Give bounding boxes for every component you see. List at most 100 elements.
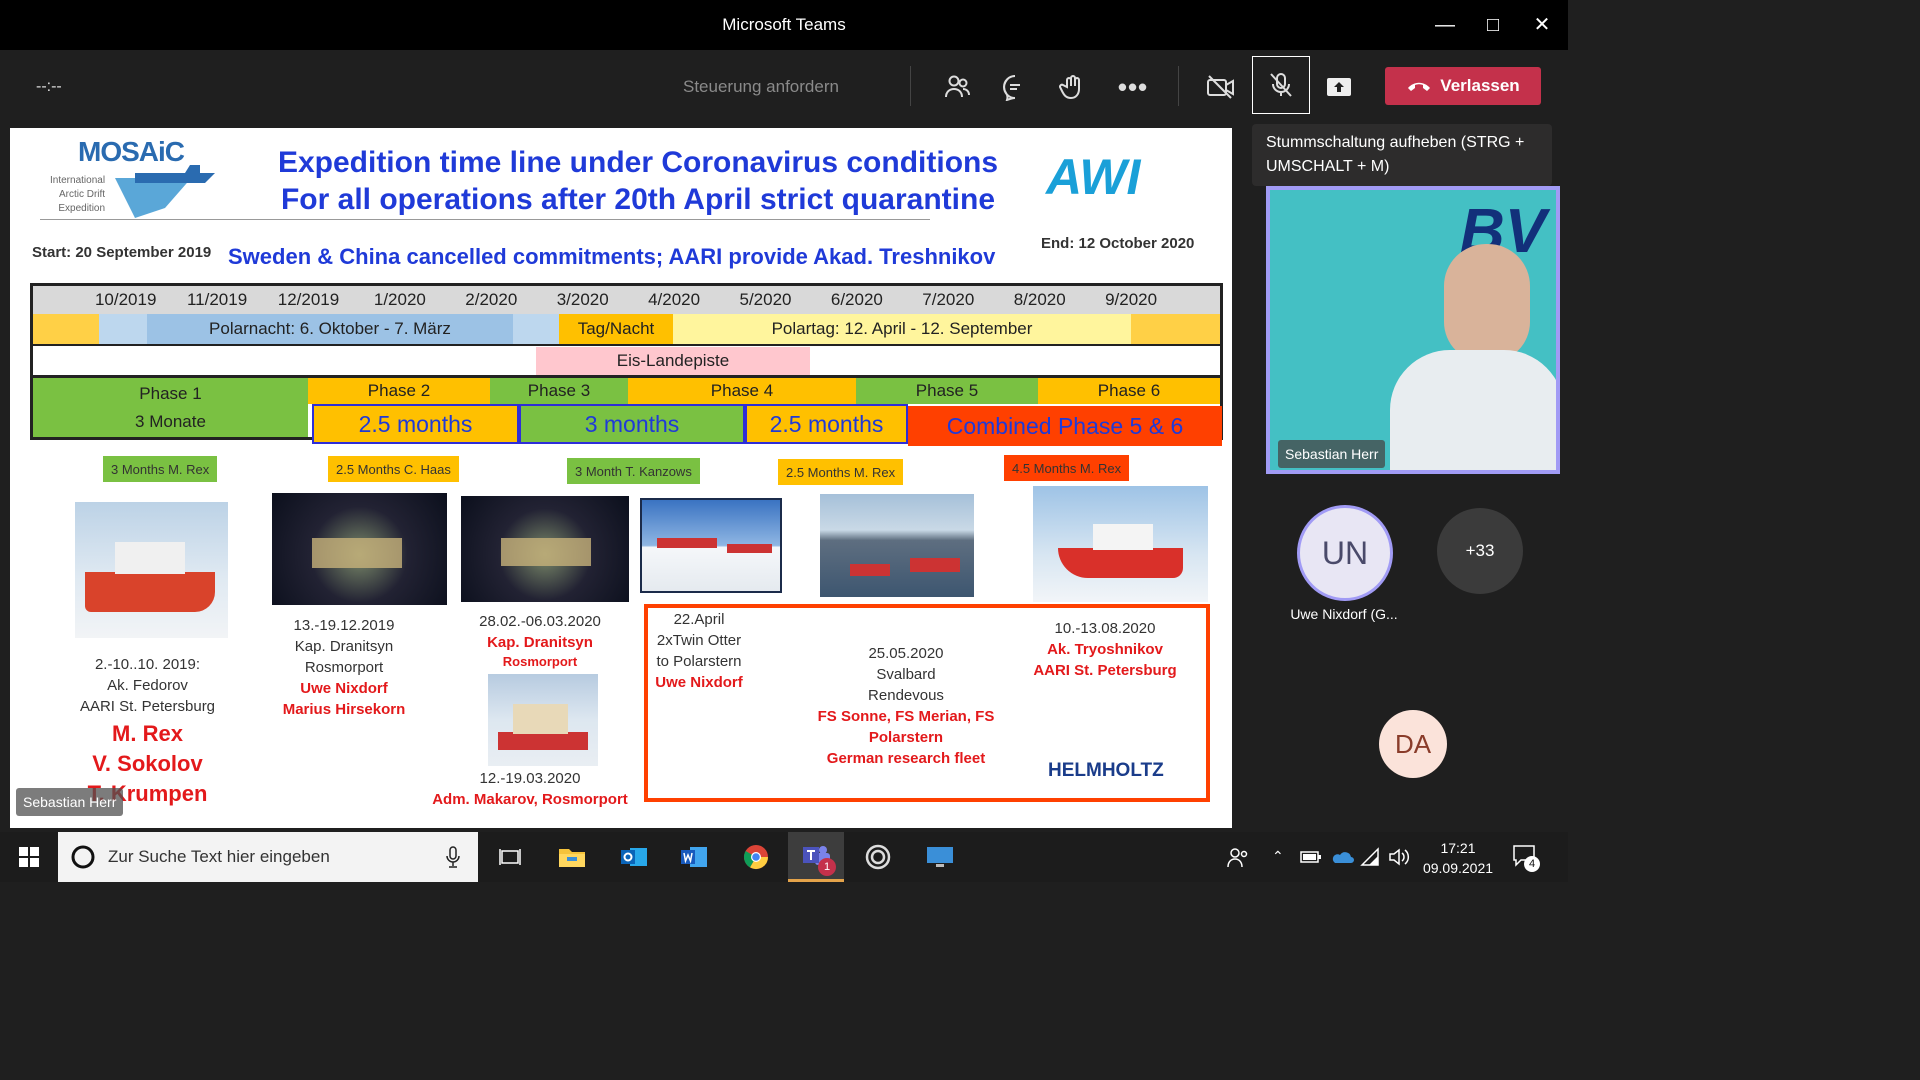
microphone-icon xyxy=(446,846,460,868)
month-header: 12/2019 xyxy=(277,290,340,309)
mosaic-logo-icon xyxy=(115,165,215,218)
leg-label-1: 3 Months M. Rex xyxy=(103,456,218,482)
clock[interactable]: 17:21 09.09.2021 xyxy=(1420,838,1496,878)
task-view-icon xyxy=(499,849,521,865)
phase-2: Phase 2 xyxy=(308,378,490,404)
folder-icon xyxy=(559,849,585,867)
meeting-toolbar: --:-- Steuerung anfordern ••• Verlassen xyxy=(0,50,1568,124)
avatar-da[interactable]: DA xyxy=(1379,710,1447,778)
outlook-button[interactable] xyxy=(606,832,662,882)
leg-label-5: 4.5 Months M. Rex xyxy=(1004,455,1130,481)
app-button-ring[interactable] xyxy=(850,832,906,882)
people-icon xyxy=(945,75,970,98)
ring-app-icon xyxy=(865,844,891,870)
avatar-un[interactable]: UN xyxy=(1297,505,1393,601)
month-header: 11/2019 xyxy=(186,290,248,309)
onedrive-icon[interactable] xyxy=(1330,850,1354,869)
wifi-icon[interactable] xyxy=(1360,847,1382,872)
caption-dranitsyn-1: 13.-19.12.2019 Kap. Dranitsyn Rosmorport U… xyxy=(282,617,406,718)
leg-label-2: 2.5 Months C. Haas xyxy=(328,456,459,482)
photo-tryoshnikov xyxy=(1033,486,1208,602)
awi-logo: AWI xyxy=(1046,149,1141,205)
share-content-button[interactable] xyxy=(1316,64,1362,110)
person-head xyxy=(1444,244,1530,362)
desktop-app-button[interactable] xyxy=(912,832,968,882)
leg-label-3: 3 Month T. Kanzows xyxy=(567,458,700,484)
notification-icon[interactable]: 4 xyxy=(1512,844,1540,873)
duration-phase-3: 3 months xyxy=(519,404,745,444)
start-button[interactable] xyxy=(0,832,58,882)
phase-3: Phase 3 xyxy=(490,378,628,404)
leave-button[interactable]: Verlassen xyxy=(1385,67,1541,105)
call-timer: --:-- xyxy=(36,78,62,95)
unmute-tooltip: Stummschaltung aufheben (STRG + UMSCHALT… xyxy=(1252,124,1552,186)
photo-dranitsyn-1 xyxy=(272,493,447,605)
chrome-icon xyxy=(743,845,768,870)
month-header: 8/2020 xyxy=(1013,290,1066,309)
caption-fedorov: 2.-10..10. 2019: Ak. Fedorov AARI St. Pete… xyxy=(79,656,216,806)
polar-day-cell: Polartag: 12. April - 12. September xyxy=(673,314,1131,344)
phase-1: Phase 1 3 Monate xyxy=(33,378,308,437)
duration-phase-4: 2.5 months xyxy=(745,404,908,444)
maximize-button[interactable]: □ xyxy=(1478,10,1508,40)
video-tile-sebastian[interactable]: BV Sebastian Herr xyxy=(1266,186,1560,474)
search-placeholder: Zur Suche Text hier eingeben xyxy=(108,847,330,866)
request-control-button[interactable]: Steuerung anfordern xyxy=(683,77,839,97)
caption-tryoshnikov: 10.-13.08.2020 Ak. Tryoshnikov AARI St. P… xyxy=(1033,620,1177,679)
chevron-up-icon[interactable]: ⌃ xyxy=(1272,848,1284,865)
file-explorer-button[interactable] xyxy=(544,832,600,882)
monitor-icon xyxy=(927,847,953,867)
word-button[interactable] xyxy=(666,832,722,882)
windows-icon xyxy=(19,847,39,867)
month-header: 3/2020 xyxy=(556,290,609,309)
start-date: Start: 20 September 2019 xyxy=(32,244,212,261)
slide-title: Expedition time line under Coronavirus c… xyxy=(277,146,999,216)
cortana-icon xyxy=(71,845,95,869)
task-view-button[interactable] xyxy=(482,832,538,882)
camera-off-icon xyxy=(1207,75,1234,99)
photo-svalbard xyxy=(820,494,974,597)
end-date: End: 12 October 2020 xyxy=(1041,235,1195,252)
chat-button[interactable] xyxy=(992,64,1038,110)
month-header: 7/2020 xyxy=(922,290,975,309)
caption-twin-otter: 22.April 2xTwin Otter to Polarstern Uwe Ni… xyxy=(655,611,743,691)
phase-6: Phase 6 xyxy=(1038,378,1220,404)
notification-count: 4 xyxy=(1524,856,1540,872)
people-tray-icon[interactable] xyxy=(1226,845,1250,874)
close-window-button[interactable]: ✕ xyxy=(1527,10,1557,40)
title-bar: Microsoft Teams — □ ✕ xyxy=(0,0,1568,50)
minimize-button[interactable]: — xyxy=(1430,10,1460,40)
outlook-icon xyxy=(621,848,647,866)
month-header: 6/2020 xyxy=(830,290,883,309)
mic-off-icon xyxy=(1270,73,1292,97)
windows-taskbar: Zur Suche Text hier eingeben 1 ⌃ 17:21 0… xyxy=(0,832,1568,882)
participant-name-un: Uwe Nixdorf (G... xyxy=(1290,606,1398,622)
mosaic-logo-subtitle: International Arctic Drift Expedition xyxy=(50,175,106,214)
photo-makarov xyxy=(488,674,598,766)
video-name-tag: Sebastian Herr xyxy=(1278,440,1386,468)
more-participants-button[interactable]: +33 xyxy=(1437,508,1523,594)
hangup-icon xyxy=(1408,82,1431,91)
battery-icon[interactable] xyxy=(1300,850,1322,869)
slide-subtitle: Sweden & China cancelled commitments; AA… xyxy=(228,244,996,269)
month-header: 9/2020 xyxy=(1105,290,1158,309)
more-icon: ••• xyxy=(1117,71,1149,102)
chrome-button[interactable] xyxy=(728,832,784,882)
unmute-button[interactable] xyxy=(1252,56,1310,114)
camera-toggle-button[interactable] xyxy=(1198,64,1244,110)
more-actions-button[interactable]: ••• xyxy=(1110,64,1156,110)
word-icon xyxy=(681,847,707,867)
caption-svalbard: 25.05.2020 Svalbard Rendevous FS Sonne, FS… xyxy=(817,645,995,767)
month-header: 10/2019 xyxy=(94,290,157,309)
reactions-button[interactable] xyxy=(1050,64,1096,110)
duration-phase-2: 2.5 months xyxy=(312,404,519,444)
participants-button[interactable] xyxy=(934,64,980,110)
caption-dranitsyn-2: 28.02.-06.03.2020 Kap. Dranitsyn Rosmorp… xyxy=(479,613,601,669)
volume-icon[interactable] xyxy=(1388,847,1410,872)
presenter-name-tag: Sebastian Herr xyxy=(16,788,124,816)
month-header: 1/2020 xyxy=(373,290,426,309)
photo-fedorov xyxy=(75,502,228,638)
teams-taskbar-button[interactable]: 1 xyxy=(788,832,844,882)
taskbar-search[interactable]: Zur Suche Text hier eingeben xyxy=(58,832,478,882)
month-header: 5/2020 xyxy=(739,290,792,309)
